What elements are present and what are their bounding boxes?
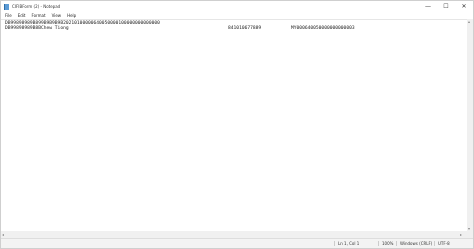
notepad-window: CIFIBForm (2) - Notepad — ☐ ✕ File Edit …: [0, 0, 474, 249]
notepad-icon: [4, 3, 9, 10]
title-bar[interactable]: CIFIBForm (2) - Notepad — ☐ ✕: [1, 1, 473, 12]
scroll-left-icon[interactable]: ◂: [2, 232, 4, 237]
menu-edit[interactable]: Edit: [18, 13, 26, 18]
status-bar: Ln 1, Col 1 100% Windows (CRLF) UTF-8: [1, 238, 473, 248]
scroll-down-icon[interactable]: ▾: [468, 226, 470, 231]
menu-help[interactable]: Help: [67, 13, 76, 18]
menu-bar: File Edit Format View Help: [1, 12, 473, 19]
text-line-2-id: 841010677889: [228, 26, 262, 31]
window-title: CIFIBForm (2) - Notepad: [12, 4, 61, 9]
menu-view[interactable]: View: [52, 13, 62, 18]
maximize-icon: ☐: [443, 3, 449, 10]
close-button[interactable]: ✕: [455, 1, 473, 12]
scroll-right-icon[interactable]: ▸: [460, 232, 462, 237]
cursor-position: Ln 1, Col 1: [334, 241, 359, 246]
encoding: UTF-8: [434, 241, 450, 246]
window-controls: — ☐ ✕: [419, 1, 473, 12]
horizontal-scrollbar[interactable]: ◂ ▸: [1, 231, 467, 238]
close-icon: ✕: [461, 3, 467, 10]
line-ending: Windows (CRLF): [396, 241, 432, 246]
text-line-2-code: MY000640050000000000003: [291, 26, 355, 31]
text-line-2-left: DB99898989B8BChew Tiong: [5, 26, 69, 31]
text-editor[interactable]: DB99898989B899B9B9B9B2021010000064005000…: [1, 19, 473, 238]
scroll-up-icon[interactable]: ▴: [468, 19, 470, 24]
menu-format[interactable]: Format: [31, 13, 45, 18]
minimize-button[interactable]: —: [419, 1, 437, 12]
zoom-level: 100%: [378, 241, 393, 246]
vertical-scrollbar[interactable]: ▴ ▾: [467, 19, 473, 238]
minimize-icon: —: [425, 3, 431, 10]
maximize-button[interactable]: ☐: [437, 1, 455, 12]
menu-file[interactable]: File: [5, 13, 12, 18]
